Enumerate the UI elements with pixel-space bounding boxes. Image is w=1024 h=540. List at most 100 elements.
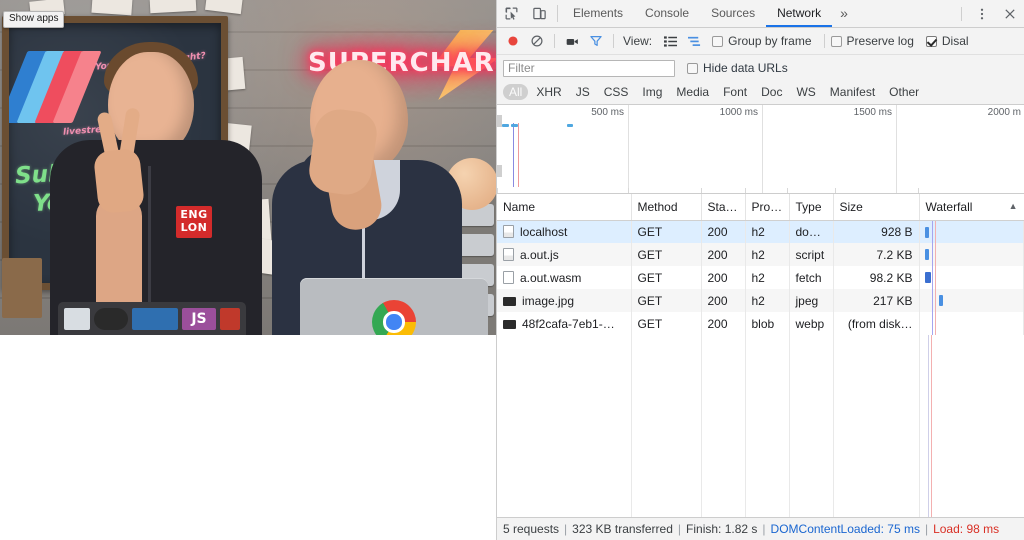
screenshot-root: You saw part 1, right? livestream woo Su… [0,0,1024,540]
laptop-sticker [64,308,90,330]
column-header-method[interactable]: Method [631,194,701,220]
table-row[interactable]: a.out.wasm GET 200 h2 fetch 98.2 KB [497,266,1024,289]
column-header-type[interactable]: Type [789,194,833,220]
fetch-icon [503,271,514,284]
table-row[interactable]: image.jpg GET 200 h2 jpeg 217 KB [497,289,1024,312]
column-header-protocol[interactable]: Pro… [745,194,789,220]
hide-data-urls-checkbox[interactable]: Hide data URLs [687,61,788,75]
column-header-waterfall[interactable]: Waterfall ▲ [919,194,1024,220]
filter-input[interactable] [503,60,675,77]
video-content[interactable]: You saw part 1, right? livestream woo Su… [0,0,496,335]
cell-name[interactable]: image.jpg [497,289,631,312]
hide-data-urls-box[interactable] [687,63,698,74]
device-toolbar-icon[interactable] [525,0,553,27]
waterfall-dcl-line [932,266,933,289]
group-by-frame-checkbox[interactable]: Group by frame [712,34,811,48]
hide-data-urls-label: Hide data URLs [703,61,788,75]
close-icon[interactable] [996,7,1024,21]
waterfall-bar [925,272,931,283]
column-header-status[interactable]: Sta… [701,194,745,220]
type-filter-media[interactable]: Media [670,84,715,100]
type-filter-manifest[interactable]: Manifest [824,84,881,100]
waterfall-load-line [935,289,936,312]
tab-console[interactable]: Console [634,0,700,27]
cell-size: 7.2 KB [833,243,919,266]
type-filter-img[interactable]: Img [636,84,668,100]
network-overview-timeline[interactable]: 500 ms 1000 ms 1500 ms 2000 m [497,105,1024,194]
table-header-row: Name Method Sta… Pro… Type Size Waterfal… [497,194,1024,220]
toolbar-divider [824,34,825,48]
type-filter-js[interactable]: JS [570,84,596,100]
document-icon [503,225,514,238]
disable-cache-box[interactable] [926,36,937,47]
overview-left-handle[interactable] [497,165,502,177]
toolbar-divider [554,34,555,48]
cell-protocol: h2 [745,266,789,289]
devtools-tabstrip: Elements Console Sources Network » [497,0,1024,28]
overview-tick-1000: 1000 ms [720,107,762,118]
type-filter-font[interactable]: Font [717,84,753,100]
more-tabs-button[interactable]: » [832,0,856,27]
cell-waterfall [919,243,1024,266]
wall-paper [91,0,132,15]
cell-name[interactable]: localhost [497,220,631,243]
cell-method: GET [631,312,701,335]
grid-empty-area [497,335,1024,517]
column-header-size[interactable]: Size [833,194,919,220]
waterfall-load-line [935,266,936,289]
waterfall-bar [925,249,929,260]
record-icon[interactable] [501,29,525,53]
request-name: localhost [520,225,567,239]
type-filter-css[interactable]: CSS [598,84,635,100]
camera-icon[interactable] [560,29,584,53]
cell-name[interactable]: a.out.js [497,243,631,266]
waterfall-bar [939,295,943,306]
more-options-icon[interactable] [968,7,996,21]
preserve-log-box[interactable] [831,36,842,47]
request-name: a.out.wasm [520,271,581,285]
status-requests: 5 requests [503,522,559,536]
cell-status: 200 [701,289,745,312]
type-filter-doc[interactable]: Doc [755,84,788,100]
column-header-waterfall-label: Waterfall [926,200,973,214]
waterfall-dcl-line [932,243,933,266]
type-filter-ws[interactable]: WS [790,84,821,100]
cell-method: GET [631,266,701,289]
status-domcontentloaded: DOMContentLoaded: 75 ms [771,522,920,536]
clear-icon[interactable] [525,29,549,53]
view-list-icon[interactable] [658,29,682,53]
cell-protocol: blob [745,312,789,335]
cell-status: 200 [701,243,745,266]
waterfall-load-line [935,243,936,266]
table-row[interactable]: localhost GET 200 h2 doc… 928 B [497,220,1024,243]
view-waterfall-icon[interactable] [682,29,706,53]
jacket-badge-line1: ENG [176,208,212,221]
desk-box [2,258,42,318]
cell-name[interactable]: a.out.wasm [497,266,631,289]
cell-name[interactable]: 48f2cafa-7eb1-… [497,312,631,335]
type-filter-all[interactable]: All [503,84,528,100]
network-requests-grid[interactable]: Name Method Sta… Pro… Type Size Waterfal… [497,194,1024,517]
resource-type-filters: All XHR JS CSS Img Media Font Doc WS Man… [497,81,1024,105]
cell-type: doc… [789,220,833,243]
tab-elements[interactable]: Elements [562,0,634,27]
cell-type: fetch [789,266,833,289]
inspect-element-icon[interactable] [497,0,525,27]
type-filter-xhr[interactable]: XHR [530,84,567,100]
filter-icon[interactable] [584,29,608,53]
table-row[interactable]: a.out.js GET 200 h2 script 7.2 KB [497,243,1024,266]
status-transferred: 323 KB transferred [572,522,673,536]
column-header-name[interactable]: Name [497,194,631,220]
overview-request-bar [511,124,518,127]
tab-sources[interactable]: Sources [700,0,766,27]
type-filter-other[interactable]: Other [883,84,925,100]
tab-network[interactable]: Network [766,0,832,27]
laptop-sticker-js: JS [182,308,216,330]
status-load: Load: 98 ms [933,522,999,536]
show-apps-button[interactable]: Show apps [3,11,64,28]
table-row[interactable]: 48f2cafa-7eb1-… GET 200 blob webp (from … [497,312,1024,335]
preserve-log-checkbox[interactable]: Preserve log [831,34,914,48]
cell-method: GET [631,289,701,312]
group-by-frame-box[interactable] [712,36,723,47]
disable-cache-checkbox[interactable]: Disal [926,34,969,48]
